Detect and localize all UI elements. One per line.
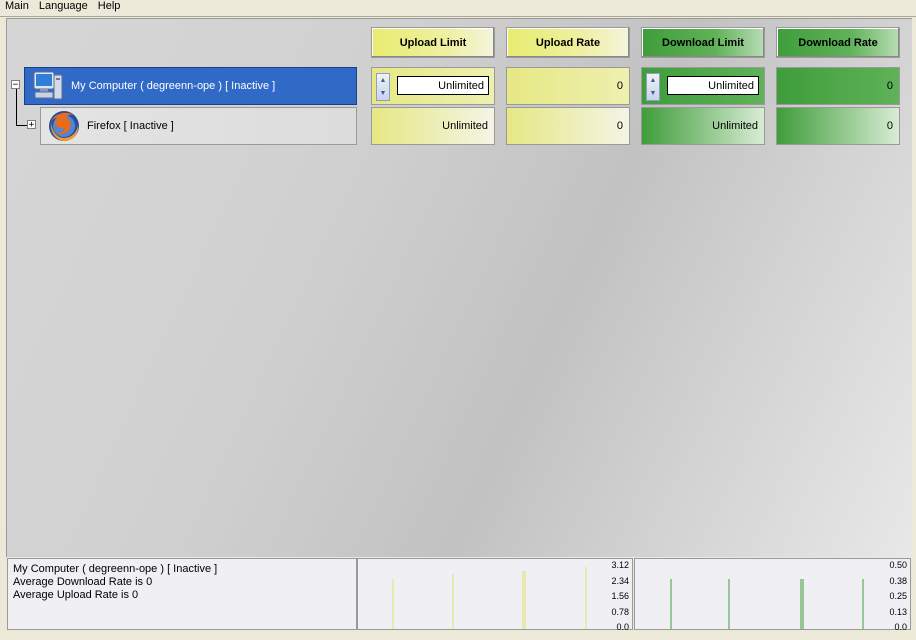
axis-tick: 0.50	[889, 560, 907, 570]
download-limit-input[interactable]	[667, 76, 759, 95]
spin-up-icon[interactable]: ▲	[650, 77, 657, 84]
download-rate-cell: 0	[776, 107, 900, 145]
upload-rate-header[interactable]: Upload Rate	[506, 27, 630, 58]
expand-toggle[interactable]: +	[27, 120, 36, 130]
axis-tick: 2.34	[611, 575, 629, 586]
firefox-icon	[49, 111, 79, 141]
upload-rate-cell: 0	[506, 67, 630, 105]
axis-tick: 3.12	[611, 560, 629, 570]
axis-tick: 0.38	[889, 575, 907, 586]
spin-down-icon[interactable]: ▼	[380, 90, 387, 97]
upload-rate-cell: 0	[506, 107, 630, 145]
collapse-toggle[interactable]: −	[11, 80, 20, 90]
axis-tick: 0.13	[889, 606, 907, 617]
tree-item-label: Firefox [ Inactive ]	[87, 120, 174, 132]
menu-help[interactable]: Help	[93, 0, 126, 16]
download-limit-cell: ▲ ▼	[641, 67, 765, 105]
download-rate-header[interactable]: Download Rate	[776, 27, 900, 58]
axis-tick: 0.0	[894, 622, 907, 632]
tree-item-firefox[interactable]: Firefox [ Inactive ]	[40, 107, 357, 145]
download-rate-value: 0	[886, 120, 893, 132]
upload-limit-cell: ▲ ▼	[371, 67, 495, 105]
menu-bar: Main Language Help	[0, 0, 916, 17]
download-limit-cell[interactable]: Unlimited	[641, 107, 765, 145]
menu-main[interactable]: Main	[0, 0, 34, 16]
computer-icon	[33, 71, 63, 100]
tree-item-my-computer[interactable]: My Computer ( degreenn-ope ) [ Inactive …	[24, 67, 357, 105]
download-limit-value: Unlimited	[712, 120, 758, 132]
download-rate-graph: 0.50 0.38 0.25 0.13 0.0	[634, 558, 911, 633]
spin-up-icon[interactable]: ▲	[380, 77, 387, 84]
upload-rate-value: 0	[616, 120, 623, 132]
upload-limit-header[interactable]: Upload Limit	[371, 27, 495, 58]
download-graph-canvas	[670, 579, 864, 629]
status-panel: My Computer ( degreenn-ope ) [ Inactive …	[7, 558, 357, 630]
bottom-border	[0, 632, 916, 640]
status-download-rate: Average Download Rate is 0	[13, 576, 153, 588]
status-upload-rate: Average Upload Rate is 0	[13, 589, 139, 601]
upload-limit-spinner[interactable]: ▲ ▼	[376, 73, 390, 101]
download-graph-axis: 0.50 0.38 0.25 0.13 0.0	[889, 559, 907, 633]
main-panel: Upload Limit Upload Rate Download Limit …	[6, 18, 912, 557]
tree-item-label: My Computer ( degreenn-ope ) [ Inactive …	[71, 80, 276, 92]
menu-language[interactable]: Language	[34, 0, 93, 16]
spin-down-icon[interactable]: ▼	[650, 90, 657, 97]
upload-graph-axis: 3.12 2.34 1.56 0.78 0.0	[611, 559, 629, 633]
axis-tick: 0.25	[889, 591, 907, 601]
download-rate-cell: 0	[776, 67, 900, 105]
download-limit-header[interactable]: Download Limit	[641, 27, 765, 58]
upload-limit-value: Unlimited	[442, 120, 488, 132]
axis-tick: 1.56	[611, 591, 629, 601]
upload-rate-graph: 3.12 2.34 1.56 0.78 0.0	[357, 558, 633, 633]
status-selected-item: My Computer ( degreenn-ope ) [ Inactive …	[13, 563, 218, 575]
upload-limit-cell[interactable]: Unlimited	[371, 107, 495, 145]
download-rate-value: 0	[886, 80, 893, 92]
axis-tick: 0.78	[611, 606, 629, 617]
download-limit-spinner[interactable]: ▲ ▼	[646, 73, 660, 101]
upload-graph-canvas	[392, 567, 587, 629]
axis-tick: 0.0	[616, 622, 629, 632]
upload-limit-input[interactable]	[397, 76, 489, 95]
upload-rate-value: 0	[616, 80, 623, 92]
